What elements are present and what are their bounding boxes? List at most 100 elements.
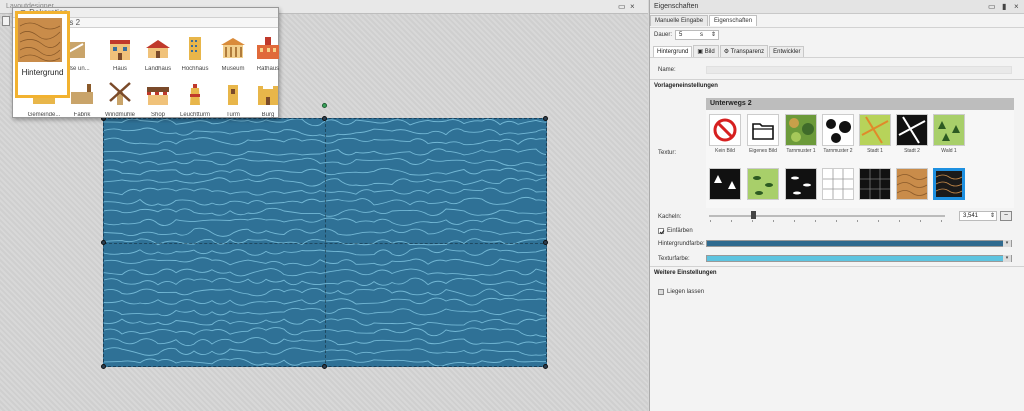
dauer-label: Dauer: (654, 32, 673, 38)
texture-tarnmuster-2[interactable]: Tarnmuster 2 (821, 114, 855, 154)
canvas-close-icon[interactable]: × (630, 2, 635, 11)
hintergrundfarbe-picker[interactable]: ▾ (706, 240, 1012, 247)
palette-item-landhaus[interactable]: Landhaus (140, 32, 176, 76)
texture-grid-black[interactable] (858, 168, 892, 200)
name-input[interactable] (706, 66, 1012, 74)
tab-eigenschaften[interactable]: Eigenschaften (709, 15, 758, 26)
palette-item-hintergrund-selected[interactable]: Hintergrund (15, 11, 70, 98)
palette-item-label: Hochhaus (181, 66, 209, 72)
tab-transparenz-label: Transparenz (730, 49, 765, 55)
resize-handle-bottom-left[interactable] (101, 364, 106, 369)
palette-item-label: Haus (112, 66, 127, 72)
panel-title: Eigenschaften (654, 3, 699, 10)
liegen-lassen-checkbox[interactable] (658, 289, 664, 295)
slider-tick (899, 220, 900, 222)
panel-close-icon[interactable]: × (1014, 2, 1019, 11)
kacheln-value: 3,541 (963, 213, 979, 219)
texture-topo-dark-selected[interactable] (932, 168, 966, 200)
dropdown-icon[interactable]: ▾ (1003, 255, 1011, 262)
texture-tarnmuster-1[interactable]: Tarnmuster 1 (784, 114, 818, 154)
texture-grid-white[interactable] (821, 168, 855, 200)
kacheln-slider-track[interactable] (709, 215, 945, 217)
slider-tick (752, 220, 753, 222)
einfaerben-checkbox[interactable] (658, 228, 665, 235)
sub-tabs: Hintergrund ▣ Bild ⚙ Transparenz Entwickler (653, 45, 805, 58)
divider (650, 57, 1024, 58)
grid-white-icon (822, 168, 854, 200)
resize-handle-bottom[interactable] (322, 364, 327, 369)
stepper-arrows-icon[interactable]: ⇕ (990, 212, 995, 219)
texture-kein-bild[interactable]: Kein Bild (708, 114, 742, 154)
shop-icon (147, 87, 169, 105)
panel-minimize-icon[interactable]: ▭ (988, 2, 996, 11)
name-label: Name: (658, 67, 676, 73)
stepper-arrows-icon[interactable]: ⇕ (711, 31, 716, 38)
resize-handle-left[interactable] (101, 240, 106, 245)
divider (650, 266, 1024, 267)
palette-item-label: Fabrik (73, 112, 91, 118)
tab-bild-label: Bild (704, 49, 715, 55)
texture-wald-dark[interactable] (708, 168, 742, 200)
texturfarbe-label: Texturfarbe: (658, 256, 690, 262)
panel-tabs: Manuelle Eingabe Eigenschaften (650, 15, 758, 27)
palette-item-burg[interactable]: Burg (250, 78, 286, 122)
slider-tick (815, 220, 816, 222)
no-image-icon (709, 114, 741, 146)
texture-stadt-1[interactable]: Stadt 1 (858, 114, 892, 154)
texture-topo-brown[interactable] (895, 168, 929, 200)
palette-item-turm[interactable]: Turm (215, 78, 251, 122)
texture-stadt-2[interactable]: Stadt 2 (895, 114, 929, 154)
texture-picker: Unterwegs 2 Kein Bild Eigenes Bild Tarnm… (706, 98, 1014, 208)
background-texture-icon (18, 18, 62, 62)
hintergrundfarbe-label: Hintergrundfarbe: (658, 241, 705, 247)
country-house-icon (146, 40, 170, 58)
tower-block-icon (189, 37, 201, 60)
resize-handle-top[interactable] (322, 116, 327, 121)
palette-item-hochhaus[interactable]: Hochhaus (177, 32, 213, 76)
divider (650, 27, 1024, 28)
texture-label: Stadt 2 (904, 148, 920, 154)
slider-tick (836, 220, 837, 222)
palette-item-label: Landhaus (144, 66, 172, 72)
topo-dark-icon (933, 168, 965, 200)
tower-icon (228, 85, 238, 105)
texture-fish-dark[interactable] (784, 168, 818, 200)
texture-eigenes-bild[interactable]: Eigenes Bild (746, 114, 780, 154)
palette-item-windmuehle[interactable]: Windmühle (102, 78, 138, 122)
resize-handle-top-right[interactable] (543, 116, 548, 121)
resize-handle-right[interactable] (543, 240, 548, 245)
resize-handle-bottom-right[interactable] (543, 364, 548, 369)
dropdown-icon[interactable]: ▾ (1003, 240, 1011, 247)
panel-pin-icon[interactable]: ▮ (1002, 2, 1006, 11)
dauer-input[interactable]: 5 s ⇕ (675, 30, 719, 40)
texturfarbe-picker[interactable]: ▾ (706, 255, 1012, 262)
forest-1-icon (933, 114, 965, 146)
palette-item-haus[interactable]: Haus (102, 32, 138, 76)
palette-item-label: Shop (150, 112, 165, 118)
palette-item-shop[interactable]: Shop (140, 78, 176, 122)
folder-icon (747, 114, 779, 146)
curve-icon[interactable]: ~ (1000, 211, 1012, 221)
kacheln-slider-knob[interactable] (751, 211, 756, 219)
palette-selected-label: Hintergrund (21, 68, 64, 77)
panel-title-bar: Eigenschaften ▭ ▮ × (650, 0, 1024, 14)
rotate-handle[interactable] (322, 103, 327, 108)
palette-item-leuchtturm[interactable]: Leuchtturm (177, 78, 213, 122)
texture-fish-green[interactable] (746, 168, 780, 200)
slider-tick (920, 220, 921, 222)
dauer-unit: s (700, 32, 703, 38)
texture-wald-1[interactable]: Wald 1 (932, 114, 966, 154)
palette-item-label: Turm (226, 112, 240, 118)
canvas-tool-icon[interactable] (2, 16, 10, 26)
museum-icon (221, 38, 245, 58)
slider-tick (710, 220, 711, 222)
palette-item-rathaus[interactable]: Rathaus (250, 32, 286, 76)
palette-item-label: Windmühle (104, 112, 135, 118)
background-image-object[interactable] (103, 118, 547, 367)
palette-item-museum[interactable]: Museum (215, 32, 251, 76)
canvas-minimize-icon[interactable]: ▭ (618, 2, 626, 11)
palette-item-label: Gemeinde... (27, 112, 61, 118)
kacheln-value-input[interactable]: 3,541 ⇕ (959, 211, 997, 221)
city-map-1-icon (859, 114, 891, 146)
tab-manuelle-eingabe[interactable]: Manuelle Eingabe (650, 15, 709, 26)
